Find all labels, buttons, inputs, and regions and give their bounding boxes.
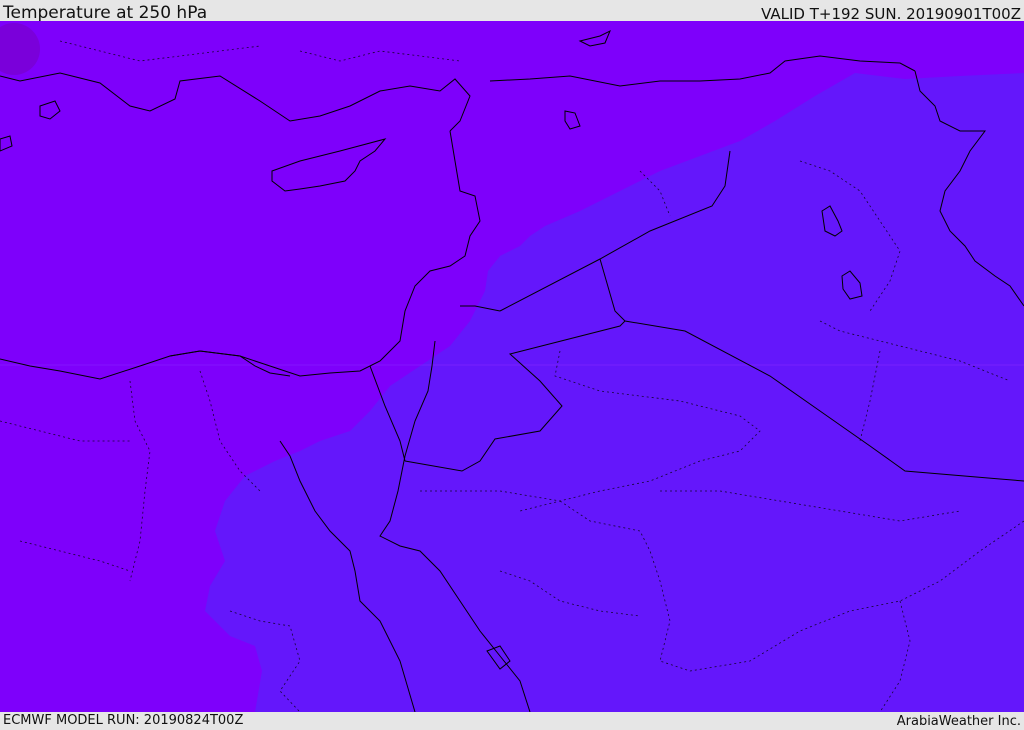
map-header: Temperature at 250 hPa VALID T+192 SUN. …	[0, 0, 1024, 23]
model-run-label: ECMWF MODEL RUN: 20190824T00Z	[3, 713, 244, 728]
credit-label: ArabiaWeather Inc.	[896, 714, 1021, 729]
temperature-map	[0, 21, 1024, 712]
map-title: Temperature at 250 hPa	[3, 3, 208, 23]
map-footer: ECMWF MODEL RUN: 20190824T00Z ArabiaWeat…	[0, 712, 1024, 729]
